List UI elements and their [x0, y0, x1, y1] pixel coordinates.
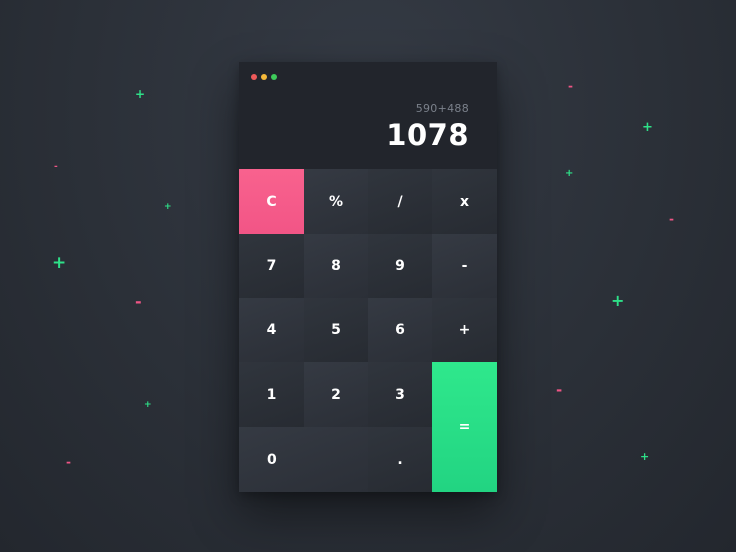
divide-button[interactable]: / — [368, 169, 432, 234]
multiply-button[interactable]: x — [432, 169, 497, 234]
plus-decoration-icon: + — [52, 253, 67, 273]
clear-button[interactable]: C — [239, 169, 304, 234]
one-button[interactable]: 1 — [239, 362, 304, 427]
close-window-button[interactable] — [251, 74, 257, 80]
plus-decoration-icon: + — [135, 87, 146, 101]
zero-button[interactable]: 0 — [239, 427, 368, 492]
calculator-window: 590+488 1078 C % / x 7 8 9 - 4 5 6 + 1 2… — [239, 62, 497, 492]
add-button[interactable]: + — [432, 298, 497, 362]
three-button[interactable]: 3 — [368, 362, 432, 427]
decimal-button[interactable]: . — [368, 427, 432, 492]
minus-decoration-icon: - — [135, 292, 142, 311]
subtract-button[interactable]: - — [432, 234, 497, 298]
minus-decoration-icon: - — [556, 381, 563, 399]
six-button[interactable]: 6 — [368, 298, 432, 362]
zero-button-label: 0 — [267, 451, 277, 468]
window-controls — [251, 74, 277, 80]
seven-button[interactable]: 7 — [239, 234, 304, 298]
five-button[interactable]: 5 — [304, 298, 368, 362]
result-text: 1078 — [386, 118, 469, 152]
eight-button[interactable]: 8 — [304, 234, 368, 298]
plus-decoration-icon: + — [640, 450, 650, 463]
two-button[interactable]: 2 — [304, 362, 368, 427]
expression-text: 590+488 — [415, 102, 469, 115]
keypad: C % / x 7 8 9 - 4 5 6 + 1 2 3 = 0 . — [239, 169, 497, 492]
minus-decoration-icon: - — [54, 162, 58, 172]
nine-button[interactable]: 9 — [368, 234, 432, 298]
minus-decoration-icon: - — [66, 455, 71, 469]
minus-decoration-icon: - — [669, 212, 674, 226]
minimize-window-button[interactable] — [261, 74, 267, 80]
minus-decoration-icon: - — [568, 79, 573, 93]
plus-decoration-icon: + — [642, 120, 653, 135]
equals-button[interactable]: = — [432, 362, 497, 492]
plus-decoration-icon: + — [164, 202, 172, 212]
plus-decoration-icon: + — [565, 168, 574, 179]
maximize-window-button[interactable] — [271, 74, 277, 80]
plus-decoration-icon: + — [144, 400, 152, 410]
plus-decoration-icon: + — [611, 291, 625, 310]
four-button[interactable]: 4 — [239, 298, 304, 362]
calculator-display: 590+488 1078 — [239, 62, 497, 169]
percent-button[interactable]: % — [304, 169, 368, 234]
